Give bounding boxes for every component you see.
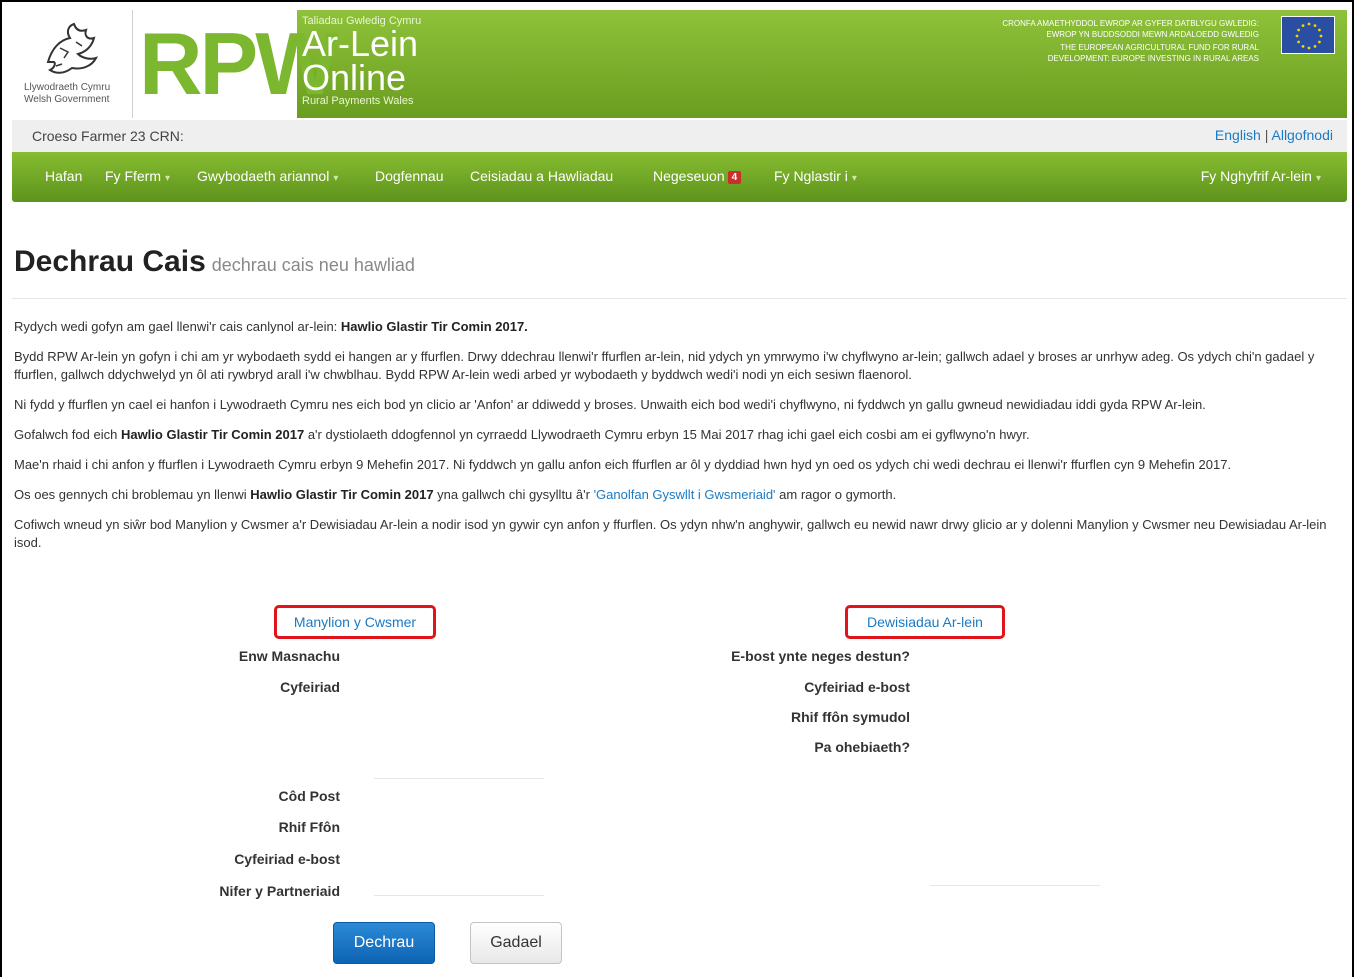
page-frame: Llywodraeth Cymru Welsh Government RPW T… bbox=[0, 0, 1354, 977]
nav-hafan-label: Hafan bbox=[45, 168, 83, 184]
label-mobile: Rhif ffôn symudol bbox=[791, 709, 910, 725]
link-separator: | bbox=[1264, 127, 1269, 143]
main-nav: Hafan Fy Fferm ▾ Gwybodaeth ariannol ▾ Dog… bbox=[12, 152, 1347, 202]
p6-text-b: yna gallwch chi gysylltu â'r bbox=[433, 487, 594, 502]
page-title: Dechrau Cais dechrau cais neu hawliad bbox=[14, 245, 415, 279]
online-heading: Online bbox=[302, 57, 407, 98]
label-postcode: Côd Post bbox=[278, 788, 340, 804]
nav-gwybodaeth-label: Gwybodaeth ariannol bbox=[197, 168, 330, 184]
english-link[interactable]: English bbox=[1215, 127, 1261, 143]
p4-text-a: Gofalwch fod eich bbox=[14, 427, 121, 442]
online-preferences-link[interactable]: Dewisiadau Ar-lein bbox=[845, 605, 1005, 639]
label-email: Cyfeiriad e-bost bbox=[234, 851, 340, 867]
p1-text: Rydych wedi gofyn am gael llenwi'r cais … bbox=[14, 319, 341, 334]
label-trading-name: Enw Masnachu bbox=[238, 648, 340, 664]
welcome-bar: Croeso Farmer 23 CRN: English | Allgofno… bbox=[12, 120, 1347, 152]
label-partners: Nifer y Partneriaid bbox=[219, 883, 340, 899]
page-subtitle: dechrau cais neu hawliad bbox=[211, 255, 415, 275]
customer-details-link[interactable]: Manylion y Cwsmer bbox=[274, 605, 436, 639]
messages-count-badge: 4 bbox=[727, 171, 742, 184]
caret-down-icon: ▾ bbox=[165, 173, 171, 184]
intro-paragraph-4: Gofalwch fod eich Hawlio Glastir Tir Com… bbox=[14, 426, 1344, 444]
nav-account-label: Fy Nghyfrif Ar-lein bbox=[1200, 168, 1312, 184]
nav-ceisiadau[interactable]: Ceisiadau a Hawliadau bbox=[470, 168, 613, 184]
dragon-icon bbox=[46, 22, 98, 74]
nav-dogfennau-label: Dogfennau bbox=[375, 168, 444, 184]
nav-fy-fferm[interactable]: Fy Fferm ▾ bbox=[105, 168, 170, 184]
welsh-government-logo[interactable]: Llywodraeth Cymru Welsh Government bbox=[12, 10, 133, 118]
caret-down-icon: ▾ bbox=[333, 173, 339, 184]
p1-bold: Hawlio Glastir Tir Comin 2017. bbox=[340, 319, 528, 334]
intro-paragraph-6: Os oes gennych chi broblemau yn llenwi H… bbox=[14, 486, 1344, 504]
nav-gwybodaeth-ariannol[interactable]: Gwybodaeth ariannol ▾ bbox=[197, 168, 338, 184]
label-phone: Rhif Ffôn bbox=[278, 819, 340, 835]
intro-paragraph-5: Mae'n rhaid i chi anfon y ffurflen i Lyw… bbox=[14, 457, 1232, 472]
preferences-value-divider bbox=[930, 885, 1100, 886]
eu-flag-icon bbox=[1281, 16, 1335, 54]
welcome-text: Croeso Farmer 23 CRN: bbox=[32, 128, 184, 144]
intro-content: Rydych wedi gofyn am gael llenwi'r cais … bbox=[14, 318, 1344, 564]
header-banner: Llywodraeth Cymru Welsh Government RPW T… bbox=[12, 10, 1347, 118]
intro-paragraph-7: Cofiwch wneud yn siŵr bod Manylion y Cws… bbox=[14, 517, 1327, 550]
intro-paragraph-2: Bydd RPW Ar-lein yn gofyn i chi am yr wy… bbox=[14, 349, 1315, 382]
nav-ceisiadau-label: Ceisiadau a Hawliadau bbox=[470, 168, 614, 184]
eu-funding-english: THE EUROPEAN AGRICULTURAL FUND FOR RURAL… bbox=[1047, 43, 1259, 63]
title-divider bbox=[12, 298, 1347, 299]
gov-logo-welsh: Llywodraeth Cymru bbox=[24, 82, 111, 93]
p6-bold: Hawlio Glastir Tir Comin 2017 bbox=[250, 487, 434, 502]
rural-payments-english: Rural Payments Wales bbox=[302, 95, 414, 107]
intro-paragraph-3: Ni fydd y ffurflen yn cael ei hanfon i L… bbox=[14, 397, 1206, 412]
p6-text-a: Os oes gennych chi broblemau yn llenwi bbox=[14, 487, 251, 502]
page-title-text: Dechrau Cais bbox=[14, 245, 206, 278]
logout-link[interactable]: Allgofnodi bbox=[1272, 127, 1334, 143]
caret-down-icon: ▾ bbox=[851, 173, 857, 184]
contact-centre-link[interactable]: 'Ganolfan Gyswllt i Gwsmeriaid' bbox=[594, 487, 776, 502]
eu-funding-text: CRONFA AMAETHYDDOL EWROP AR GYFER DATBLY… bbox=[999, 18, 1259, 64]
p4-text-b: a'r dystiolaeth ddogfennol yn cyrraedd L… bbox=[304, 427, 1030, 442]
nav-fy-nglastir-label: Fy Nglastir i bbox=[774, 168, 848, 184]
leave-button[interactable]: Gadael bbox=[470, 922, 562, 964]
start-button[interactable]: Dechrau bbox=[333, 922, 435, 964]
address-value-divider bbox=[374, 778, 544, 779]
nav-dogfennau[interactable]: Dogfennau bbox=[375, 168, 444, 184]
rpw-logo[interactable]: RPW bbox=[133, 10, 338, 118]
language-links: English | Allgofnodi bbox=[1215, 127, 1333, 143]
p6-text-c: am ragor o gymorth. bbox=[775, 487, 897, 502]
intro-paragraph-1: Rydych wedi gofyn am gael llenwi'r cais … bbox=[14, 318, 1344, 336]
caret-down-icon: ▾ bbox=[1315, 173, 1321, 184]
label-address: Cyfeiriad bbox=[280, 679, 340, 695]
label-correspondence: Pa ohebiaeth? bbox=[814, 739, 910, 755]
partners-value-divider bbox=[374, 895, 544, 896]
p4-bold: Hawlio Glastir Tir Comin 2017 bbox=[120, 427, 305, 442]
gov-logo-english: Welsh Government bbox=[24, 94, 110, 105]
nav-fy-nglastir[interactable]: Fy Nglastir i ▾ bbox=[774, 168, 857, 184]
eu-funding-welsh: CRONFA AMAETHYDDOL EWROP AR GYFER DATBLY… bbox=[1002, 19, 1259, 39]
nav-hafan[interactable]: Hafan bbox=[45, 168, 82, 184]
nav-fy-fferm-label: Fy Fferm bbox=[105, 168, 161, 184]
label-email-or-text: E-bost ynte neges destun? bbox=[731, 648, 910, 664]
label-pref-email: Cyfeiriad e-bost bbox=[804, 679, 910, 695]
nav-account[interactable]: Fy Nghyfrif Ar-lein ▾ bbox=[1201, 168, 1321, 184]
nav-negeseuon[interactable]: Negeseuon 4 bbox=[653, 168, 742, 184]
nav-negeseuon-label: Negeseuon bbox=[653, 168, 725, 184]
